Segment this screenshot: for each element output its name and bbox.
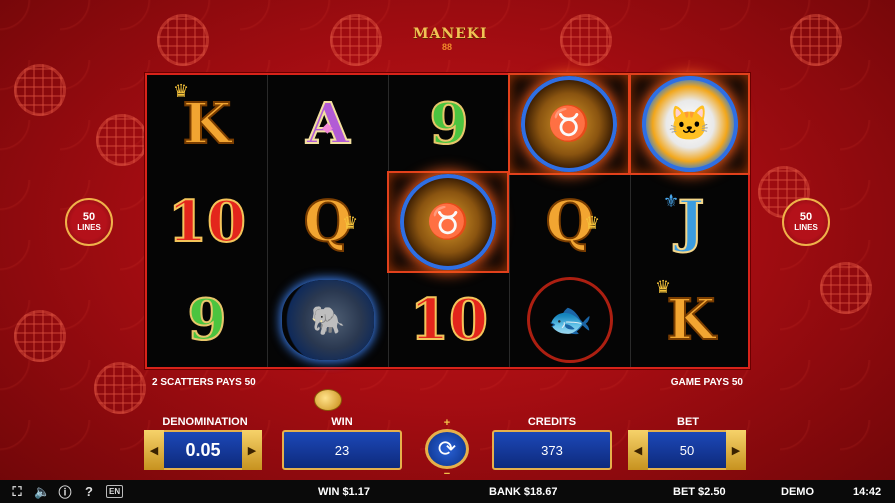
spin-button[interactable]: ⟳ (425, 429, 469, 469)
status-mode: DEMO (781, 485, 814, 498)
reel-symbol: ♛ K (147, 75, 267, 173)
fleur-de-lis-icon: ⚜ (663, 191, 680, 211)
status-time: 14:42 (853, 485, 882, 498)
medallion-decoration (94, 362, 146, 414)
win-label: WIN (331, 416, 353, 428)
reel-symbol: ♛ Q (268, 173, 388, 271)
game-logo: MANEKI 88 (413, 26, 488, 66)
diamond-icon: ◆ (322, 119, 333, 135)
denomination-stepper[interactable]: ◀ 0.05 ▶ (144, 430, 262, 470)
win-value: 23 (334, 442, 350, 458)
reel-symbol: ⚜ J (631, 173, 751, 271)
medallion-decoration (14, 310, 66, 362)
lucky-cat-icon: 🐱 (641, 76, 738, 172)
crown-icon: ♛ (173, 81, 190, 101)
symbol-label: J (677, 189, 705, 255)
arrow-left-icon[interactable]: ◀ (144, 430, 164, 470)
reel-symbol: 🐘 (268, 271, 388, 369)
bet-increase-button[interactable]: + (444, 418, 450, 429)
elephant-icon: 🐘 (282, 280, 374, 360)
medallion-decoration (157, 14, 209, 66)
reel-symbol-winning: 🐱 (629, 73, 750, 175)
language-button[interactable]: EN (106, 485, 124, 498)
bet-decrease-button[interactable]: − (444, 469, 450, 480)
credits-label: CREDITS (527, 416, 577, 428)
logo-title: MANEKI (413, 26, 488, 42)
reel-symbol: ◆ A (268, 75, 388, 173)
lines-label: LINES (794, 222, 818, 232)
symbol-label: 10 (409, 287, 489, 353)
reel-symbol: 9 (147, 271, 267, 369)
symbol-label: K (666, 287, 717, 353)
symbol-label: K (182, 91, 233, 157)
sound-icon[interactable]: 🔈 (34, 484, 50, 500)
lines-label: LINES (77, 222, 101, 232)
crown-icon: ♛ (655, 277, 672, 297)
lines-count: 50 (82, 211, 96, 224)
spin-icon: ⟳ (437, 436, 457, 461)
fullscreen-icon[interactable]: ⛶ (10, 484, 24, 500)
bet-stepper[interactable]: ◀ 50 ▶ (628, 430, 746, 470)
reel-grid: ♛ K 10 9 ◆ A ♛ Q 🐘 9 ♉ 10 ♉ ♛ Q 🐟 🐱 ⚜ J … (145, 73, 750, 369)
crown-icon: ♛ (584, 213, 601, 233)
status-bet: BET $2.50 (673, 485, 726, 498)
reel-symbol-winning: ♉ (387, 171, 509, 273)
credits-value: 373 (541, 442, 563, 458)
reel-symbol: 10 (147, 173, 267, 271)
bet-value: 50 (648, 430, 726, 470)
medallion-decoration (790, 14, 842, 66)
lines-badge-left: 50 LINES (65, 198, 113, 246)
reel-symbol: ♛ K (631, 271, 751, 369)
status-bank: BANK $18.67 (489, 485, 558, 498)
crown-icon: ♛ (342, 213, 359, 233)
koi-fish-icon: 🐟 (527, 277, 613, 363)
reel-symbol: 🐟 (510, 271, 630, 369)
arrow-right-icon[interactable]: ▶ (242, 430, 262, 470)
denomination-label: DENOMINATION (162, 416, 248, 428)
lines-badge-right: 50 LINES (782, 198, 830, 246)
lines-count: 50 (799, 211, 813, 224)
symbol-label: 9 (429, 91, 470, 157)
status-bar: ⛶ 🔈 ⓘ ? EN WIN $1.17 BANK $18.67 BET $2.… (0, 480, 895, 503)
symbol-label: 10 (167, 189, 247, 255)
medallion-decoration (14, 64, 66, 116)
scatter-pays-text: 2 SCATTERS PAYS 50 (152, 377, 256, 388)
golden-bull-icon: ♉ (400, 174, 496, 270)
medallion-decoration (96, 114, 148, 166)
credits-display: 373 (492, 430, 612, 470)
reel-symbol: ♛ Q (510, 173, 630, 271)
golden-bull-icon: ♉ (521, 76, 617, 172)
bet-label: BET (677, 416, 699, 428)
spin-control: + ⟳ − (424, 418, 470, 480)
status-win: WIN $1.17 (318, 485, 370, 498)
symbol-label: 9 (187, 287, 228, 353)
help-icon[interactable]: ? (82, 484, 96, 499)
reel-symbol: 10 (389, 271, 509, 369)
coins-icon (314, 389, 342, 411)
medallion-decoration (560, 14, 612, 66)
reel-symbol-winning: ♉ (508, 73, 630, 175)
medallion-decoration (820, 262, 872, 314)
win-display: 23 (282, 430, 402, 470)
info-icon[interactable]: ⓘ (58, 482, 72, 501)
logo-subtitle: 88 (441, 42, 452, 52)
medallion-decoration (330, 14, 382, 66)
arrow-left-icon[interactable]: ◀ (628, 430, 648, 470)
game-pays-text: GAME PAYS 50 (670, 377, 743, 388)
arrow-right-icon[interactable]: ▶ (726, 430, 746, 470)
denomination-value: 0.05 (164, 430, 242, 470)
reel-symbol: 9 (389, 75, 509, 173)
